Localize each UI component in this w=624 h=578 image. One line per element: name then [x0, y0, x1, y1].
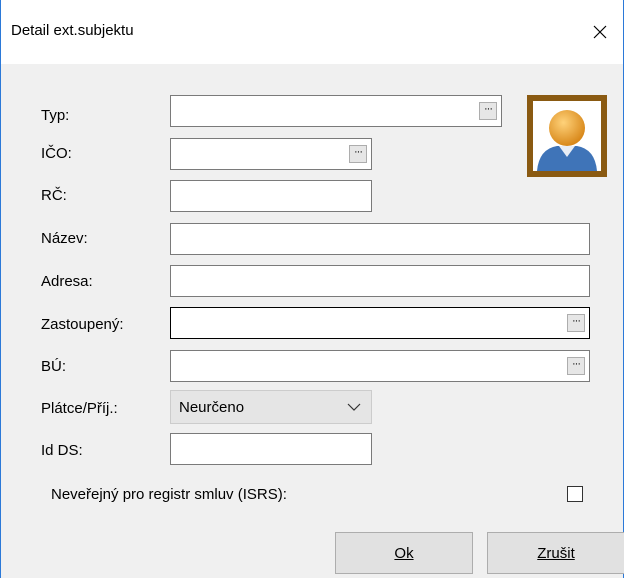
title-bar: Detail ext.subjektu: [1, 0, 623, 64]
typ-field[interactable]: ···: [170, 95, 502, 127]
rc-field[interactable]: [170, 180, 372, 212]
ok-button-label: Ok: [394, 544, 414, 562]
ico-field[interactable]: ···: [170, 138, 372, 170]
nazev-field[interactable]: [170, 223, 590, 255]
adresa-field[interactable]: [170, 265, 590, 297]
close-icon: [593, 25, 607, 39]
cancel-button-label: Zrušit: [537, 544, 575, 562]
adresa-label: Adresa:: [41, 273, 93, 290]
zastoupeny-field[interactable]: ···: [170, 307, 590, 339]
cancel-button[interactable]: Zrušit: [487, 532, 624, 574]
zastoupeny-browse-button[interactable]: ···: [567, 314, 585, 332]
close-button[interactable]: [577, 14, 623, 50]
bu-field[interactable]: ···: [170, 350, 590, 382]
platce-selected-value: Neurčeno: [179, 399, 245, 416]
id-ds-field[interactable]: [170, 433, 372, 465]
ico-browse-button[interactable]: ···: [349, 145, 367, 163]
zastoupeny-label: Zastoupený:: [41, 316, 124, 333]
bu-browse-button[interactable]: ···: [567, 357, 585, 375]
platce-select[interactable]: Neurčeno: [170, 390, 372, 424]
nazev-label: Název:: [41, 230, 88, 247]
typ-browse-button[interactable]: ···: [479, 102, 497, 120]
subject-photo[interactable]: [527, 95, 607, 177]
bu-label: BÚ:: [41, 358, 67, 375]
platce-label: Plátce/Příj.:: [41, 400, 118, 417]
id-ds-label: Id DS:: [41, 442, 83, 459]
neverejny-label: Neveřejný pro registr smluv (ISRS):: [51, 486, 287, 503]
ok-button[interactable]: Ok: [335, 532, 473, 574]
neverejny-checkbox[interactable]: [567, 486, 583, 502]
typ-label: Typ:: [41, 107, 70, 124]
chevron-down-icon: [347, 403, 361, 411]
window-title: Detail ext.subjektu: [11, 22, 134, 39]
user-avatar-icon: [537, 110, 597, 171]
dialog-window: Detail ext.subjektu Typ: IČO: RČ: Název:…: [0, 0, 624, 578]
rc-label: RČ:: [41, 187, 67, 204]
ico-label: IČO:: [41, 145, 72, 162]
